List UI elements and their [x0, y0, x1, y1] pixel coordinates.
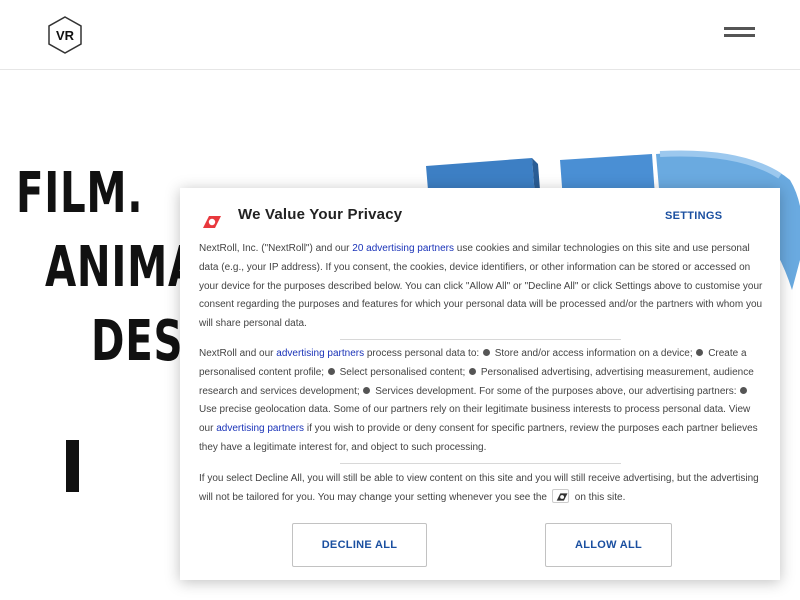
hamburger-menu-icon[interactable] [724, 27, 756, 43]
purpose-item: Store and/or access information on a dev… [494, 348, 693, 359]
divider [340, 339, 621, 340]
hero-accent-bar [66, 440, 79, 492]
allow-all-button[interactable]: ALLOW ALL [545, 523, 672, 567]
nextroll-logo-icon [203, 216, 221, 228]
site-header: VR [0, 0, 800, 70]
bullet-icon [696, 349, 704, 356]
consent-decline-info-text: If you select Decline All, you will stil… [199, 470, 765, 508]
text-span: If you select Decline All, you will stil… [199, 473, 759, 503]
logo-text: VR [56, 28, 75, 43]
text-span: NextRoll, Inc. ("NextRoll") and our [199, 243, 353, 254]
bullet-icon [469, 367, 477, 375]
hamburger-line [724, 34, 755, 37]
divider [340, 463, 621, 464]
text-span: use cookies and similar technologies on … [199, 243, 763, 330]
consent-purposes-text: NextRoll and our advertising partners pr… [199, 345, 765, 458]
advertising-partners-link[interactable]: advertising partners [276, 348, 364, 359]
consent-title: We Value Your Privacy [238, 206, 403, 223]
hero-line-film: FILM. [16, 161, 144, 226]
text-span: process personal data to: [364, 348, 482, 359]
purpose-item: Select personalised content; [339, 366, 466, 378]
settings-button[interactable]: SETTINGS [665, 210, 722, 222]
vr-logo-icon[interactable]: VR [47, 16, 83, 54]
text-span: NextRoll and our [199, 348, 277, 359]
decline-all-button[interactable]: DECLINE ALL [292, 523, 427, 567]
hero-line-design: DES [91, 309, 184, 374]
privacy-consent-dialog: We Value Your Privacy SETTINGS NextRoll,… [180, 188, 780, 580]
text-span: on this site. [574, 491, 626, 503]
hero-line-animation: ANIMA [45, 235, 200, 300]
bullet-icon [327, 367, 335, 375]
purpose-item: Services development. For some of the pu… [375, 385, 737, 397]
nextroll-settings-icon[interactable] [551, 488, 569, 503]
consent-intro-text: NextRoll, Inc. ("NextRoll") and our 20 a… [199, 240, 765, 334]
bullet-icon [740, 386, 748, 394]
advertising-partners-link[interactable]: advertising partners [216, 423, 304, 434]
advertising-partners-count-link[interactable]: 20 advertising partners [352, 243, 454, 254]
bullet-icon [363, 386, 371, 394]
bullet-icon [482, 349, 490, 356]
hamburger-line [724, 27, 755, 30]
